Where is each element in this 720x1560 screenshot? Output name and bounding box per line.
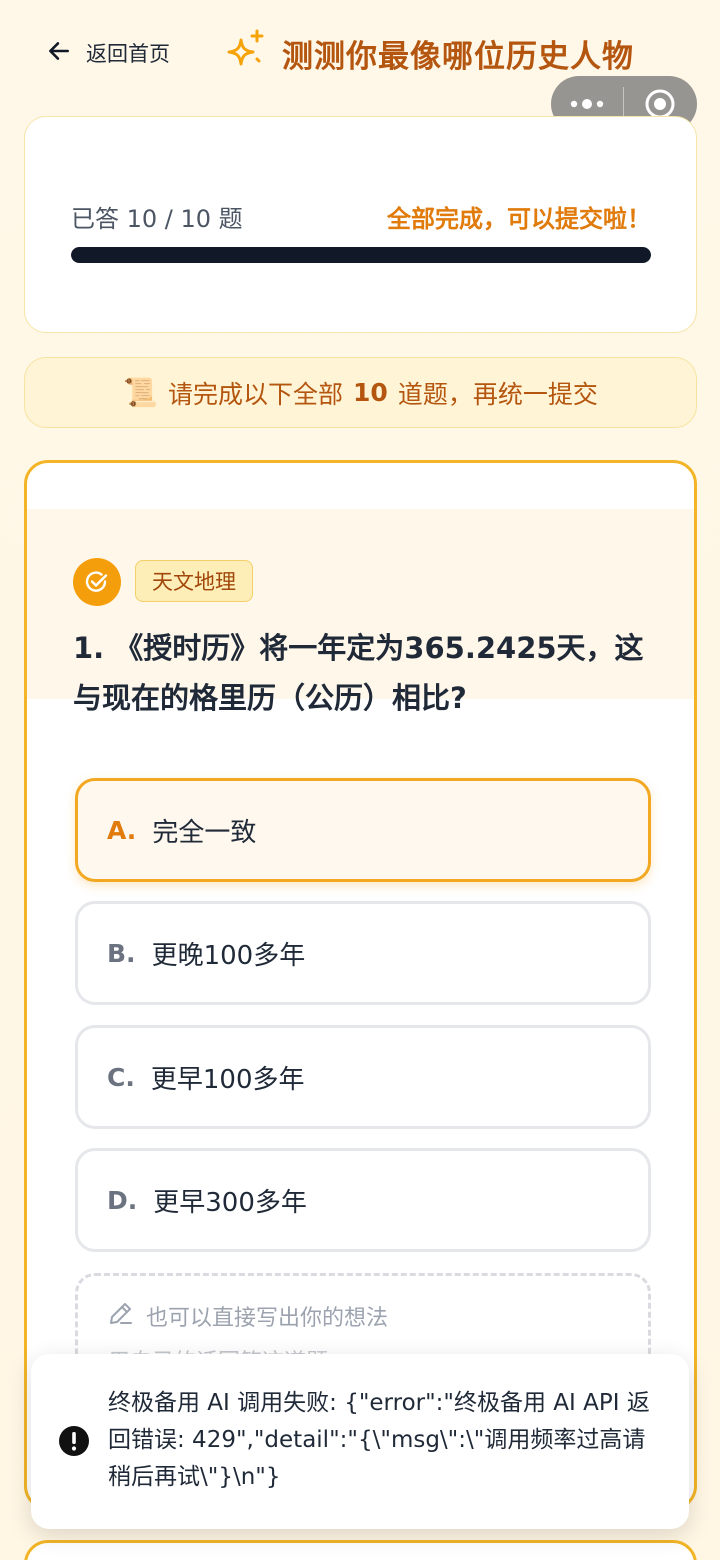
error-toast: 终极备用 AI 调用失败: {"error":"终极备用 AI API 返回错误…	[31, 1354, 689, 1529]
next-question-card	[24, 1540, 697, 1560]
page-title: 测测你最像哪位历史人物	[226, 28, 634, 78]
progress-row: 已答 10 / 10 题 全部完成，可以提交啦！	[71, 199, 651, 233]
option-text: 完全一致	[152, 817, 257, 848]
top-bar: 返回首页 测测你最像哪位历史人物	[0, 0, 720, 132]
scroll-icon: 📜	[123, 376, 159, 409]
option-text: 更晚100多年	[151, 940, 306, 971]
question-header: 天文地理 1. 《授时历》将一年定为365.2425天，这与现在的格里历（公历）…	[27, 509, 694, 715]
back-home-button[interactable]: 返回首页	[46, 36, 170, 70]
check-circle-icon	[73, 558, 121, 606]
instruction-banner: 📜 请完成以下全部 10 道题，再统一提交	[24, 357, 697, 428]
option-letter: D.	[107, 1185, 138, 1215]
arrow-left-icon	[46, 38, 72, 69]
sparkles-icon	[226, 28, 268, 78]
option-letter: B.	[107, 938, 136, 968]
category-tag: 天文地理	[135, 560, 253, 602]
back-home-label: 返回首页	[86, 42, 170, 66]
option-text: 更早300多年	[153, 1187, 307, 1218]
progress-card: 已答 10 / 10 题 全部完成，可以提交啦！	[24, 116, 697, 333]
answered-count: 已答 10 / 10 题	[71, 204, 243, 233]
option-c[interactable]: C. 更早100多年	[75, 1025, 651, 1129]
exclamation-circle-icon	[58, 1425, 90, 1457]
question-card: 天文地理 1. 《授时历》将一年定为365.2425天，这与现在的格里历（公历）…	[24, 460, 697, 1510]
error-message: 终极备用 AI 调用失败: {"error":"终极备用 AI API 返回错误…	[108, 1390, 650, 1490]
option-d[interactable]: D. 更早300多年	[75, 1148, 651, 1252]
option-text: 更早100多年	[150, 1064, 305, 1095]
option-letter: C.	[107, 1062, 135, 1092]
page-title-text: 测测你最像哪位历史人物	[282, 38, 634, 75]
progress-bar	[71, 247, 651, 263]
option-a[interactable]: A. 完全一致	[75, 778, 651, 882]
question-text: 1. 《授时历》将一年定为365.2425天，这与现在的格里历（公历）相比?	[73, 631, 644, 715]
option-letter: A.	[107, 815, 137, 845]
instruction-suffix: 道题，再统一提交	[397, 379, 598, 409]
freeform-label: 也可以直接写出你的想法	[108, 1300, 388, 1332]
pencil-icon	[108, 1300, 134, 1332]
instruction-prefix: 请完成以下全部	[168, 379, 344, 409]
option-b[interactable]: B. 更晚100多年	[75, 901, 651, 1005]
completion-status: 全部完成，可以提交啦！	[387, 204, 651, 233]
freeform-label-text: 也可以直接写出你的想法	[146, 1306, 389, 1331]
progress-bar-fill	[71, 247, 651, 263]
instruction-count: 10	[353, 378, 388, 407]
